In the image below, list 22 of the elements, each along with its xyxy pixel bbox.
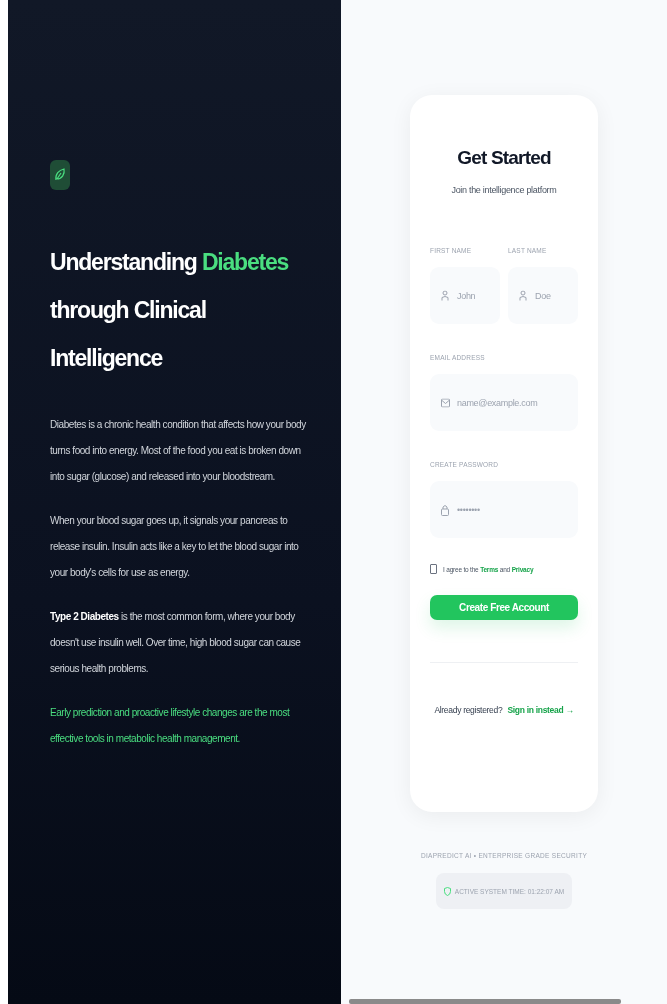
mail-icon [441,398,450,407]
create-account-button[interactable]: Create Free Account [430,595,578,620]
person-icon [441,290,449,301]
hero-heading: Understanding Diabetes through Clinical Intelligence [50,248,290,373]
shield-icon [443,886,451,896]
email-field[interactable]: name@example.com [430,374,578,431]
name-field[interactable]: John [430,267,500,324]
person-icon [519,290,527,301]
signin-link[interactable]: Sign in instead → [507,705,574,715]
password-field[interactable]: •••••••• [430,481,578,538]
hero-paragraph: Early prediction and proactive lifestyle changes are the most effective tools in metabolic health management. [50,706,291,746]
scrollbar[interactable] [349,999,621,1004]
lock-icon [441,503,449,516]
name-field[interactable]: Doe [508,267,578,324]
agree-checkbox[interactable] [430,564,437,574]
hero-paragraph: When your blood sugar goes up, it signals your pancreas to release insulin. Insulin acts like a key to let the blood sugar into your body's cells for use as energy. [50,514,300,580]
form-subtitle: Join the intelligence platform [450,185,558,195]
signin-question: Already registered? [434,705,503,715]
leaf-icon [50,160,70,190]
hero-paragraph: Diabetes is a chronic health condition that affects how your body turns food into energy. Most of the food you eat is broken down into sugar (glucose) and released into your bloodstream. [50,418,307,484]
form-title: Get Started [456,147,552,169]
hero-paragraph: Type 2 Diabetes is the most common form, where your body doesn't use insulin well. Over time, high blood sugar can cause serious health problems. [50,610,302,676]
